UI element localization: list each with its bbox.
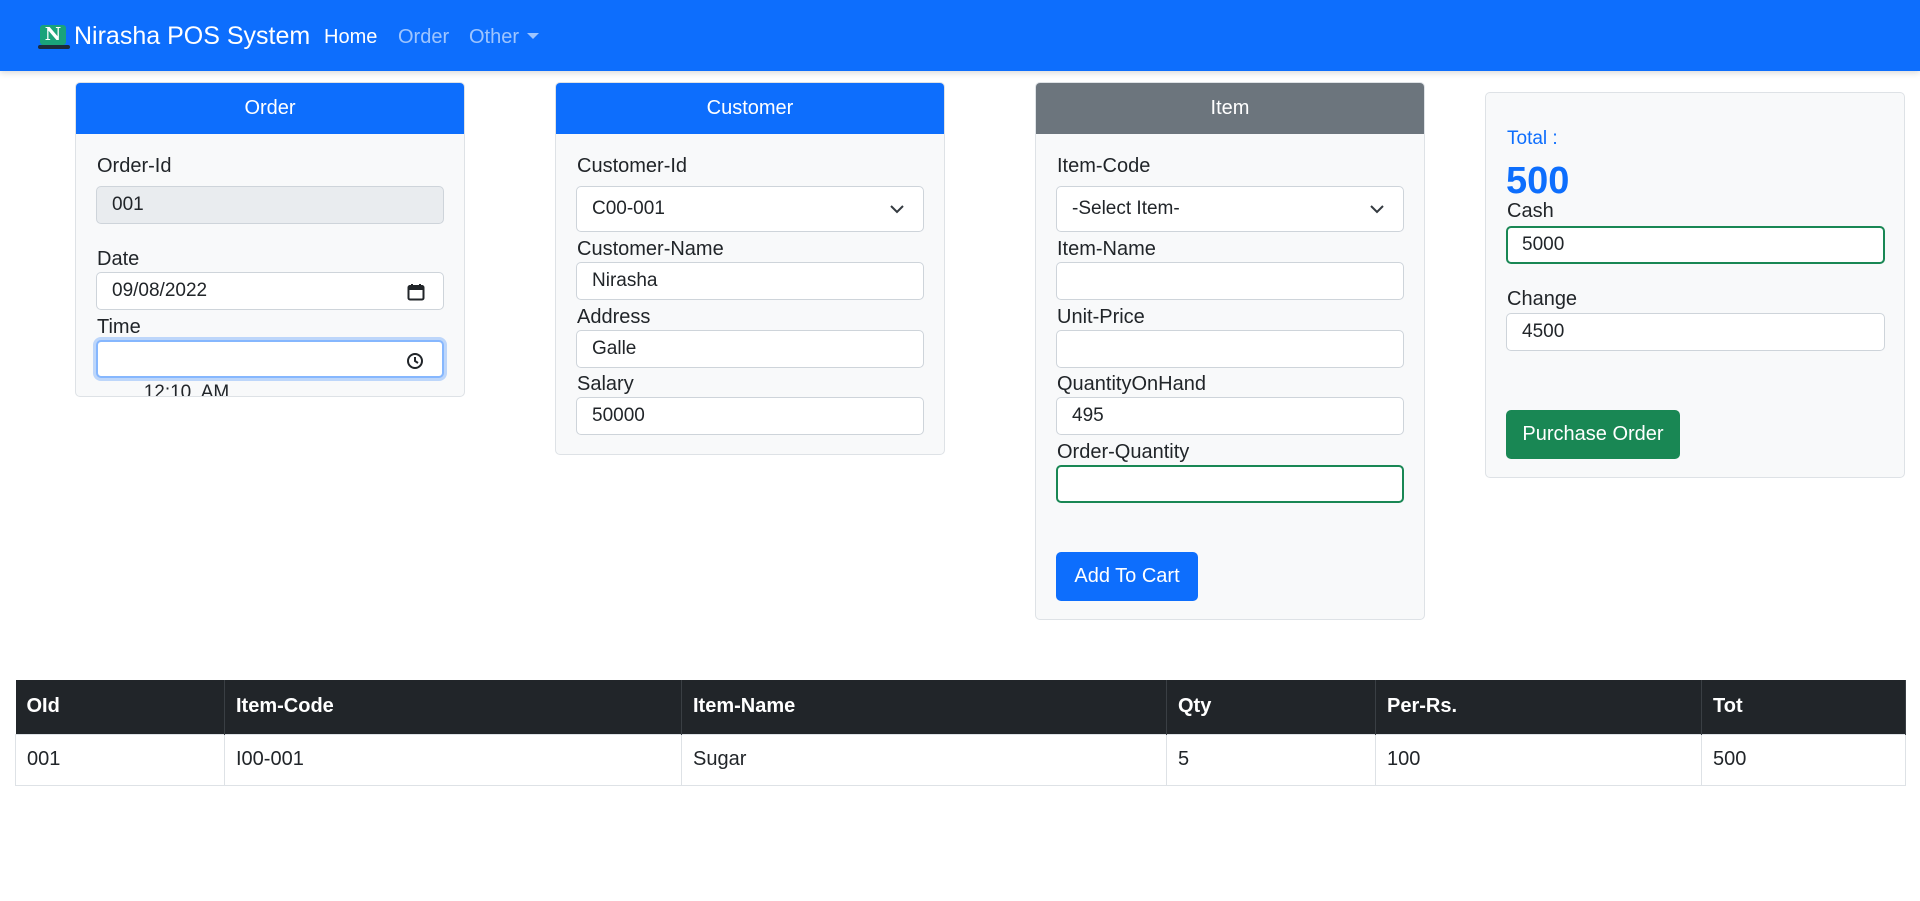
- item-card: Item Item-Code -Select Item- Item-Name U…: [1035, 82, 1425, 620]
- order-id-label: Order-Id: [97, 155, 172, 177]
- table-header-row: OId Item-Code Item-Name Qty Per-Rs. Tot: [15, 680, 1906, 734]
- item-name-input[interactable]: [1056, 262, 1404, 300]
- brand-name: Nirasha POS System: [74, 22, 311, 50]
- customer-id-select[interactable]: C00-001: [576, 186, 924, 232]
- nav-other-label: Other: [469, 26, 520, 48]
- cell-oid: 001: [15, 733, 225, 786]
- nav-order-link[interactable]: Order: [398, 24, 449, 50]
- cart-table: OId Item-Code Item-Name Qty Per-Rs. Tot …: [15, 680, 1906, 786]
- date-value: 09/08/2022: [112, 280, 208, 301]
- address-label: Address: [577, 306, 651, 328]
- cash-input[interactable]: 5000: [1506, 226, 1885, 264]
- column-header-qty: Qty: [1166, 680, 1376, 734]
- cell-per-rs: 100: [1375, 733, 1702, 786]
- time-label: Time: [97, 316, 141, 338]
- customer-id-value: C00-001: [592, 198, 665, 219]
- caret-down-icon: [527, 33, 540, 39]
- nav-home-link[interactable]: Home: [324, 24, 377, 50]
- item-code-value: -Select Item-: [1072, 198, 1180, 219]
- total-value: 500: [1506, 160, 1570, 202]
- add-to-cart-button[interactable]: Add To Cart: [1056, 552, 1198, 601]
- navbar: N Nirasha POS System Home Order Other: [0, 0, 1920, 71]
- cell-item-code: I00-001: [224, 733, 682, 786]
- total-label: Total :: [1507, 128, 1558, 149]
- order-id-field: 001: [96, 186, 444, 224]
- column-header-per-rs: Per-Rs.: [1375, 680, 1702, 734]
- change-label: Change: [1507, 288, 1578, 310]
- chevron-down-icon: [1370, 205, 1384, 214]
- item-code-select[interactable]: -Select Item-: [1056, 186, 1404, 232]
- navbar-brand[interactable]: N Nirasha POS System: [38, 20, 310, 52]
- order-quantity-input[interactable]: [1056, 465, 1404, 503]
- calendar-icon[interactable]: [407, 283, 425, 301]
- brand-logo-icon: N: [38, 23, 70, 49]
- qoh-input[interactable]: 495: [1056, 397, 1404, 435]
- purchase-order-button[interactable]: Purchase Order: [1506, 410, 1680, 459]
- column-header-item-name: Item-Name: [681, 680, 1167, 734]
- item-name-label: Item-Name: [1057, 238, 1156, 260]
- item-code-label: Item-Code: [1057, 155, 1151, 177]
- salary-label: Salary: [577, 373, 634, 395]
- order-quantity-label: Order-Quantity: [1057, 441, 1190, 463]
- item-card-header: Item: [1036, 83, 1424, 134]
- salary-input[interactable]: 50000: [576, 397, 924, 435]
- customer-id-label: Customer-Id: [577, 155, 688, 177]
- nav-other-dropdown[interactable]: Other: [469, 24, 540, 50]
- customer-name-input[interactable]: Nirasha: [576, 262, 924, 300]
- change-input[interactable]: 4500: [1506, 313, 1885, 351]
- unit-price-label: Unit-Price: [1057, 306, 1145, 328]
- date-input[interactable]: 09/08/2022: [96, 272, 444, 310]
- date-label: Date: [97, 248, 140, 270]
- cash-label: Cash: [1507, 200, 1554, 222]
- qoh-label: QuantityOnHand: [1057, 373, 1206, 395]
- summary-card: Total : 500 Cash 5000 Change 4500 Purcha…: [1485, 92, 1905, 478]
- cell-item-name: Sugar: [681, 733, 1167, 786]
- order-card-header: Order: [76, 83, 464, 134]
- unit-price-input[interactable]: [1056, 330, 1404, 368]
- chevron-down-icon: [890, 205, 904, 214]
- order-card: Order Order-Id 001 Date 09/08/2022 Time …: [75, 82, 465, 397]
- column-header-oid: OId: [15, 680, 225, 734]
- address-input[interactable]: Galle: [576, 330, 924, 368]
- column-header-tot: Tot: [1701, 680, 1906, 734]
- customer-card-header: Customer: [556, 83, 944, 134]
- customer-card: Customer Customer-Id C00-001 Customer-Na…: [555, 82, 945, 455]
- cell-qty: 5: [1166, 733, 1376, 786]
- table-row[interactable]: 001 I00-001 Sugar 5 100 500: [15, 733, 1906, 786]
- clock-icon[interactable]: [406, 352, 424, 370]
- column-header-item-code: Item-Code: [224, 680, 682, 734]
- customer-name-label: Customer-Name: [577, 238, 724, 260]
- time-input[interactable]: 12:10 AM: [96, 340, 444, 396]
- cell-tot: 500: [1701, 733, 1906, 786]
- time-value: 12:10 AM: [143, 382, 230, 397]
